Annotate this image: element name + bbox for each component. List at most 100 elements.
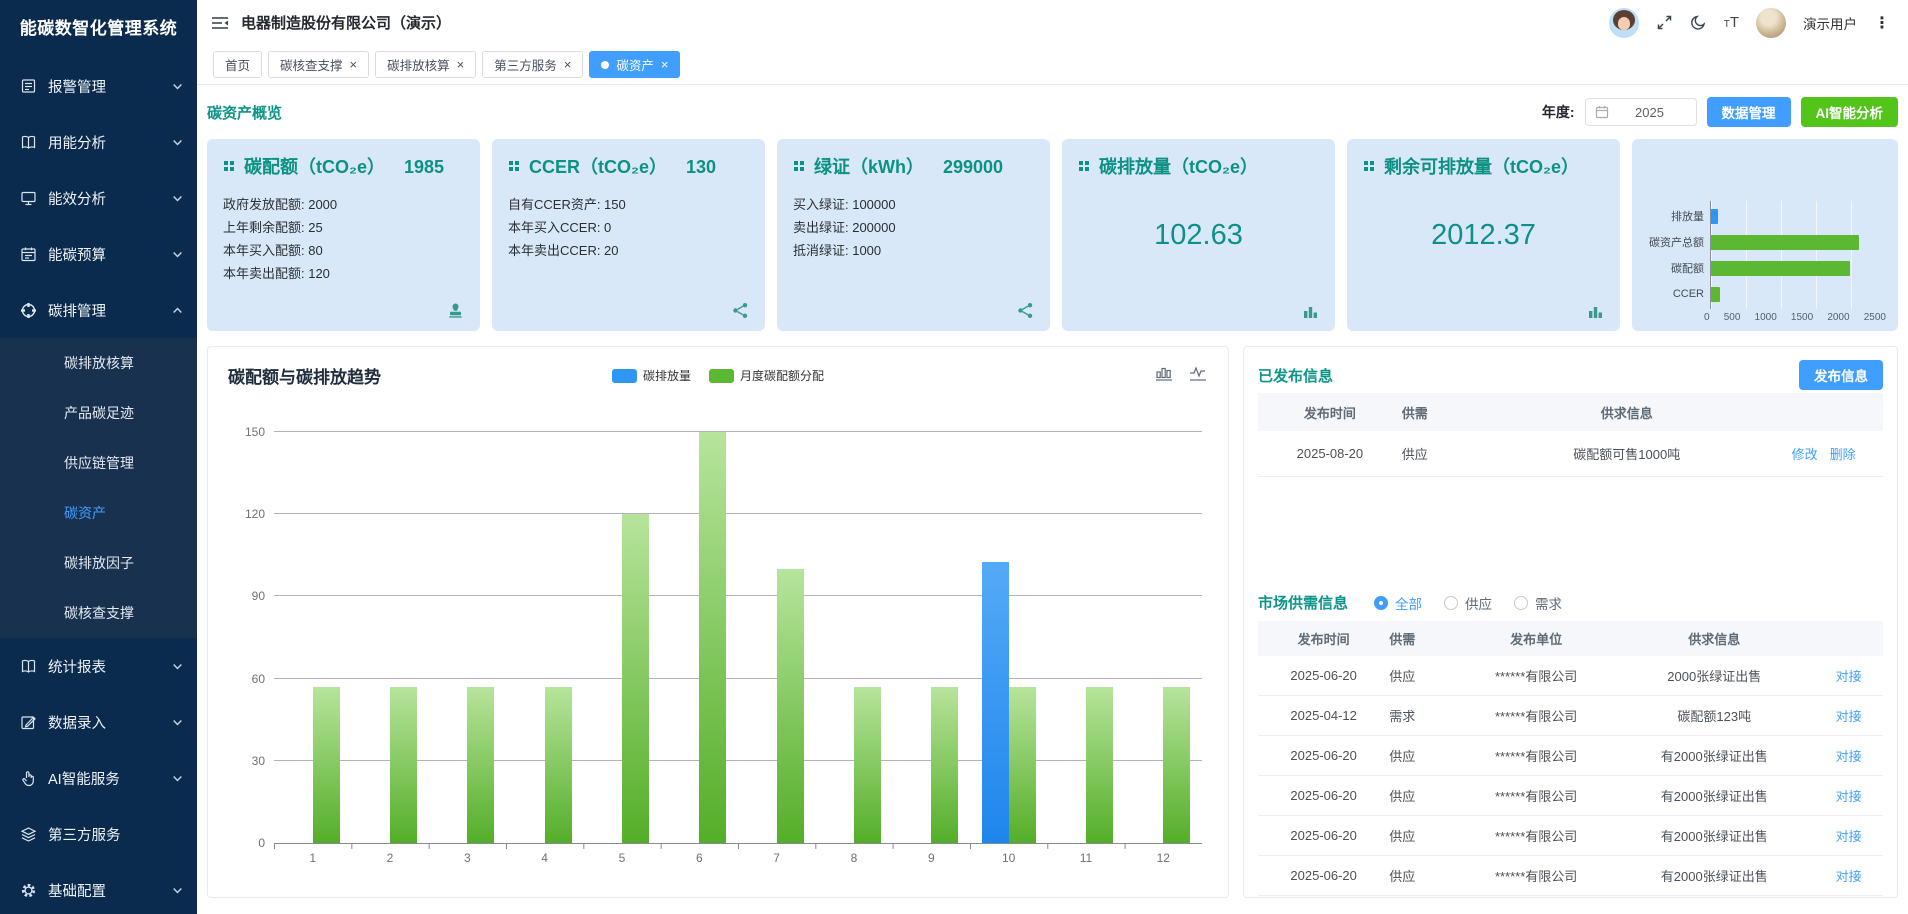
main-column: 电器制造股份有限公司（演示） TT 演示用户 ⋮ 首页碳核查支撑×碳排放核算×第…: [197, 0, 1908, 914]
close-icon[interactable]: ×: [564, 58, 572, 71]
sidebar-item-label: 用能分析: [48, 132, 106, 153]
legend-swatch: [709, 369, 734, 383]
user-avatar[interactable]: [1756, 8, 1786, 38]
sidebar-subitem-emission-factor[interactable]: 碳排放因子: [0, 538, 197, 588]
font-size-icon[interactable]: TT: [1724, 14, 1739, 31]
market-row: 2025-06-20供应******有限公司有2000张绿证出售对接: [1258, 736, 1883, 776]
overview-toolbar: 碳资产概览 年度: 2025 数据管理 AI智能分析: [207, 93, 1898, 131]
data-manage-button[interactable]: 数据管理: [1707, 97, 1791, 127]
bar-月度碳配额分配[interactable]: [545, 687, 572, 843]
bar-月度碳配额分配[interactable]: [390, 687, 417, 843]
market-filter-1[interactable]: 供应: [1444, 593, 1492, 613]
gear-icon: [20, 882, 37, 899]
sidebar-item-data-entry[interactable]: 数据录入: [0, 694, 197, 750]
sidebar-item-carbon-mgmt[interactable]: 碳排管理: [0, 282, 197, 338]
tab-4[interactable]: 碳资产×: [589, 51, 680, 78]
year-input[interactable]: 2025: [1585, 98, 1697, 126]
bar-月度碳配额分配[interactable]: [622, 514, 649, 843]
grid-icon: [793, 160, 805, 172]
mini-bar-row: 碳资产总额: [1711, 229, 1886, 255]
more-icon[interactable]: ⋮: [1874, 13, 1890, 33]
sidebar-subitem-verification-support[interactable]: 碳核查支撑: [0, 588, 197, 638]
year-label: 年度:: [1542, 102, 1575, 122]
bar-月度碳配额分配[interactable]: [313, 687, 340, 843]
sidebar-item-reports[interactable]: 统计报表: [0, 638, 197, 694]
bar-toggle-icon[interactable]: [1155, 364, 1174, 387]
sidebar-subitem-product-footprint[interactable]: 产品碳足迹: [0, 388, 197, 438]
market-info: 有2000张绿证出售: [1614, 776, 1814, 816]
connect-link[interactable]: 对接: [1836, 669, 1862, 684]
tab-label: 首页: [225, 55, 250, 74]
sidebar-item-budget[interactable]: 能碳预算: [0, 226, 197, 282]
kpi-cards-row: 碳配额（tCO₂e）1985政府发放配额: 2000上年剩余配额: 25本年买入…: [207, 139, 1898, 331]
tab-0[interactable]: 首页: [213, 51, 262, 78]
tab-1[interactable]: 碳核查支撑×: [268, 51, 369, 78]
close-icon[interactable]: ×: [457, 58, 465, 71]
fullscreen-icon[interactable]: [1656, 14, 1673, 31]
bar-月度碳配额分配[interactable]: [1163, 687, 1190, 843]
grid-icon: [1078, 160, 1090, 172]
sidebar-item-third-party[interactable]: 第三方服务: [0, 806, 197, 862]
sidebar-item-ai-service[interactable]: AI智能服务: [0, 750, 197, 806]
line-toggle-icon[interactable]: [1189, 364, 1208, 387]
sidebar-item-base-config[interactable]: 基础配置: [0, 862, 197, 914]
bar-月度碳配额分配[interactable]: [699, 432, 726, 843]
tab-2[interactable]: 碳排放核算 ×: [375, 51, 476, 78]
published-title: 已发布信息: [1258, 365, 1333, 386]
market-type: 供应: [1389, 856, 1458, 896]
edit-link[interactable]: 修改: [1792, 447, 1818, 462]
market-row: 2025-06-20供应******有限公司有2000张绿证出售对接: [1258, 816, 1883, 856]
sidebar-item-energy-use[interactable]: 用能分析: [0, 114, 197, 170]
market-title: 市场供需信息: [1258, 592, 1348, 613]
ai-analysis-button[interactable]: AI智能分析: [1801, 97, 1899, 127]
bar-group-month-11: [1047, 432, 1124, 843]
sidebar-subitem-supply-chain[interactable]: 供应链管理: [0, 438, 197, 488]
chevron-down-icon: [172, 249, 183, 260]
radio-label: 全部: [1395, 593, 1422, 613]
market-filter-2[interactable]: 需求: [1514, 593, 1562, 613]
card-detail-line: 本年买入配额: 80: [223, 239, 464, 262]
tab-label: 碳排放核算: [387, 55, 450, 74]
market-row: 2025-06-20供应******有限公司有2000张绿证出售对接: [1258, 776, 1883, 816]
sidebar-item-alarm[interactable]: 报警管理: [0, 58, 197, 114]
close-icon[interactable]: ×: [350, 58, 358, 71]
market-date: 2025-06-20: [1258, 656, 1389, 696]
bar-group-month-6: [661, 432, 738, 843]
mini-axis-tick: 1500: [1791, 312, 1813, 323]
legend-item[interactable]: 月度碳配额分配: [709, 367, 824, 384]
connect-link[interactable]: 对接: [1836, 829, 1862, 844]
bar-group-month-1: [274, 432, 351, 843]
card-ccer: CCER（tCO₂e）130自有CCER资产: 150本年买入CCER: 0本年…: [492, 139, 765, 331]
legend-label: 碳排放量: [643, 367, 691, 384]
bar-碳排放量[interactable]: [982, 562, 1009, 843]
bar-月度碳配额分配[interactable]: [931, 687, 958, 843]
connect-link[interactable]: 对接: [1836, 749, 1862, 764]
bar-group-month-10: [970, 432, 1047, 843]
bar-月度碳配额分配[interactable]: [777, 569, 804, 843]
y-axis-label: 30: [252, 754, 265, 768]
bar-月度碳配额分配[interactable]: [854, 687, 881, 843]
bar-月度碳配额分配[interactable]: [467, 687, 494, 843]
close-icon[interactable]: ×: [661, 58, 669, 71]
collapse-menu-icon[interactable]: [211, 15, 229, 31]
card-title: CCER（tCO₂e）: [529, 153, 667, 179]
connect-link[interactable]: 对接: [1836, 709, 1862, 724]
card-value: 102.63: [1078, 219, 1319, 252]
sidebar-item-efficiency[interactable]: 能效分析: [0, 170, 197, 226]
assistant-avatar[interactable]: [1609, 8, 1639, 38]
publish-button[interactable]: 发布信息: [1799, 360, 1883, 390]
sidebar-subitem-carbon-asset[interactable]: 碳资产: [0, 488, 197, 538]
market-col-header: 发布单位: [1458, 621, 1614, 656]
topbar-actions: TT 演示用户 ⋮: [1609, 8, 1890, 38]
delete-link[interactable]: 删除: [1830, 447, 1856, 462]
connect-link[interactable]: 对接: [1836, 869, 1862, 884]
published-col-header: 供求信息: [1489, 393, 1764, 431]
bar-月度碳配额分配[interactable]: [1009, 687, 1036, 843]
dark-mode-icon[interactable]: [1690, 14, 1707, 31]
connect-link[interactable]: 对接: [1836, 789, 1862, 804]
legend-item[interactable]: 碳排放量: [612, 367, 691, 384]
tab-3[interactable]: 第三方服务×: [482, 51, 583, 78]
market-filter-0[interactable]: 全部: [1374, 593, 1422, 613]
sidebar-subitem-carbon-accounting[interactable]: 碳排放核算: [0, 338, 197, 388]
bar-月度碳配额分配[interactable]: [1086, 687, 1113, 843]
